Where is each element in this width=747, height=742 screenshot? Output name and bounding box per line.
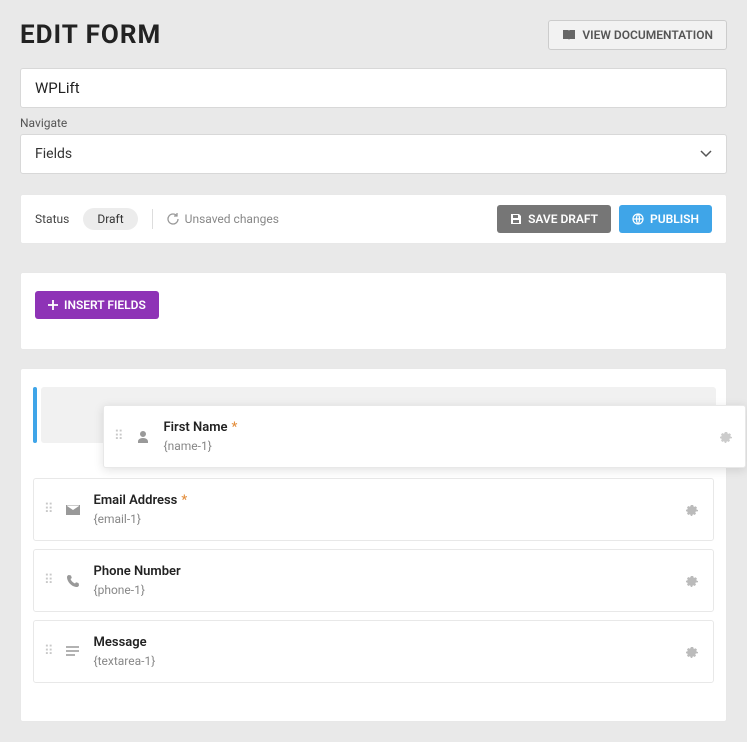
save-draft-button[interactable]: SAVE DRAFT <box>497 205 611 233</box>
view-documentation-button[interactable]: VIEW DOCUMENTATION <box>548 20 727 50</box>
status-label: Status <box>35 212 69 226</box>
unsaved-changes: Unsaved changes <box>167 212 279 226</box>
gear-icon[interactable] <box>685 645 699 659</box>
field-slug: {phone-1} <box>94 583 673 597</box>
gear-icon[interactable] <box>685 574 699 588</box>
drag-handle-icon[interactable]: ⠿ <box>44 507 52 513</box>
plus-icon <box>48 300 58 310</box>
textarea-icon <box>64 643 82 661</box>
field-card-message[interactable]: ⠿ Message {textarea-1} <box>33 620 714 683</box>
gear-icon[interactable] <box>719 430 733 444</box>
chevron-down-icon <box>700 150 712 158</box>
drag-handle-icon[interactable]: ⠿ <box>114 434 122 440</box>
mail-icon <box>64 501 82 519</box>
field-slug: {textarea-1} <box>94 654 673 668</box>
fields-list: ⠿ First Name* {name-1} ⠿ Email Address* … <box>20 368 727 722</box>
drag-handle-icon[interactable]: ⠿ <box>44 649 52 655</box>
person-icon <box>134 428 152 446</box>
drag-handle-icon[interactable]: ⠿ <box>44 578 52 584</box>
phone-icon <box>64 572 82 590</box>
gear-icon[interactable] <box>685 503 699 517</box>
field-label: Message <box>94 635 147 650</box>
required-indicator: * <box>231 420 237 435</box>
field-label: Phone Number <box>94 564 181 579</box>
required-indicator: * <box>181 493 187 508</box>
field-slug: {email-1} <box>94 512 673 526</box>
field-card-name[interactable]: ⠿ First Name* {name-1} <box>103 405 746 468</box>
save-icon <box>510 213 522 225</box>
book-icon <box>562 29 576 41</box>
divider <box>152 209 153 229</box>
refresh-icon <box>167 213 179 225</box>
field-card-email[interactable]: ⠿ Email Address* {email-1} <box>33 478 714 541</box>
navigate-label: Navigate <box>20 116 727 130</box>
page-title: EDIT FORM <box>20 20 161 50</box>
status-pill: Draft <box>83 208 137 230</box>
publish-button[interactable]: PUBLISH <box>619 205 712 233</box>
field-slug: {name-1} <box>164 439 731 453</box>
navigate-select[interactable]: Fields <box>20 134 727 174</box>
field-label: First Name <box>164 420 228 435</box>
status-bar: Status Draft Unsaved changes SAVE DRAFT … <box>20 194 727 244</box>
form-title-input[interactable]: WPLift <box>20 68 727 108</box>
globe-icon <box>632 213 644 225</box>
field-label: Email Address <box>94 493 178 508</box>
insert-panel: INSERT FIELDS <box>20 272 727 350</box>
insert-fields-button[interactable]: INSERT FIELDS <box>35 291 159 319</box>
